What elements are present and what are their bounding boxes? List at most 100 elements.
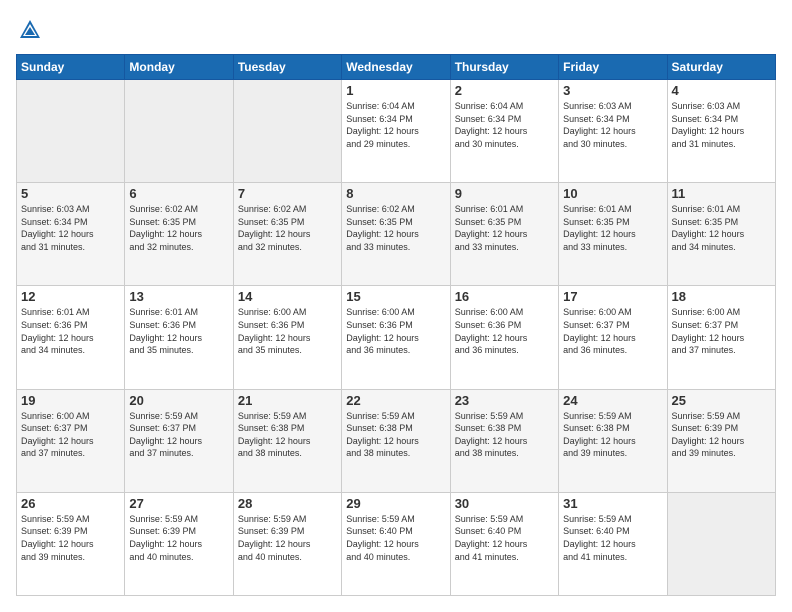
calendar-cell: 5Sunrise: 6:03 AM Sunset: 6:34 PM Daylig… (17, 183, 125, 286)
calendar-body: 1 Sunrise: 6:04 AM Sunset: 6:34 PM Daylig… (17, 80, 776, 596)
calendar-cell: 21 Sunrise: 5:59 AM Sunset: 6:38 PM Dayli… (233, 389, 341, 492)
calendar-cell: 11 Sunrise: 6:01 AM Sunset: 6:35 PM Dayli… (667, 183, 775, 286)
calendar-cell: 2 Sunrise: 6:04 AM Sunset: 6:34 PM Daylig… (450, 80, 558, 183)
day-info: Sunrise: 5:59 AM Sunset: 6:40 PM Dayligh… (563, 513, 662, 563)
day-number: 15 (346, 289, 445, 304)
day-info: Sunrise: 6:02 AM Sunset: 6:35 PM Dayligh… (238, 203, 337, 253)
day-info: Sunrise: 6:01 AM Sunset: 6:35 PM Dayligh… (563, 203, 662, 253)
day-info: Sunrise: 6:03 AM Sunset: 6:34 PM Dayligh… (21, 203, 120, 253)
day-number: 14 (238, 289, 337, 304)
day-info: Sunrise: 5:59 AM Sunset: 6:40 PM Dayligh… (346, 513, 445, 563)
calendar-cell: 3 Sunrise: 6:03 AM Sunset: 6:34 PM Daylig… (559, 80, 667, 183)
day-number: 27 (129, 496, 228, 511)
day-info: Sunrise: 6:03 AM Sunset: 6:34 PM Dayligh… (563, 100, 662, 150)
day-info: Sunrise: 6:00 AM Sunset: 6:37 PM Dayligh… (563, 306, 662, 356)
day-number: 3 (563, 83, 662, 98)
calendar-cell: 15 Sunrise: 6:00 AM Sunset: 6:36 PM Dayli… (342, 286, 450, 389)
calendar-cell (17, 80, 125, 183)
calendar-cell: 30Sunrise: 5:59 AM Sunset: 6:40 PM Dayli… (450, 492, 558, 595)
week-row-1: 1 Sunrise: 6:04 AM Sunset: 6:34 PM Daylig… (17, 80, 776, 183)
day-info: Sunrise: 6:01 AM Sunset: 6:36 PM Dayligh… (21, 306, 120, 356)
week-row-5: 26 Sunrise: 5:59 AM Sunset: 6:39 PM Dayli… (17, 492, 776, 595)
day-number: 16 (455, 289, 554, 304)
day-number: 30 (455, 496, 554, 511)
calendar-cell: 23 Sunrise: 5:59 AM Sunset: 6:38 PM Dayli… (450, 389, 558, 492)
day-info: Sunrise: 5:59 AM Sunset: 6:38 PM Dayligh… (563, 410, 662, 460)
day-number: 9 (455, 186, 554, 201)
day-number: 21 (238, 393, 337, 408)
day-header-friday: Friday (559, 55, 667, 80)
week-row-3: 12Sunrise: 6:01 AM Sunset: 6:36 PM Dayli… (17, 286, 776, 389)
day-info: Sunrise: 6:01 AM Sunset: 6:35 PM Dayligh… (672, 203, 771, 253)
calendar-cell: 24 Sunrise: 5:59 AM Sunset: 6:38 PM Dayli… (559, 389, 667, 492)
calendar-cell: 18Sunrise: 6:00 AM Sunset: 6:37 PM Dayli… (667, 286, 775, 389)
day-number: 17 (563, 289, 662, 304)
day-info: Sunrise: 6:02 AM Sunset: 6:35 PM Dayligh… (129, 203, 228, 253)
day-number: 23 (455, 393, 554, 408)
day-info: Sunrise: 6:00 AM Sunset: 6:37 PM Dayligh… (21, 410, 120, 460)
day-info: Sunrise: 5:59 AM Sunset: 6:38 PM Dayligh… (346, 410, 445, 460)
day-number: 28 (238, 496, 337, 511)
calendar-cell: 7 Sunrise: 6:02 AM Sunset: 6:35 PM Daylig… (233, 183, 341, 286)
calendar-cell: 28 Sunrise: 5:59 AM Sunset: 6:39 PM Dayli… (233, 492, 341, 595)
day-info: Sunrise: 6:04 AM Sunset: 6:34 PM Dayligh… (346, 100, 445, 150)
day-info: Sunrise: 6:00 AM Sunset: 6:36 PM Dayligh… (346, 306, 445, 356)
day-number: 2 (455, 83, 554, 98)
day-of-week-row: SundayMondayTuesdayWednesdayThursdayFrid… (17, 55, 776, 80)
day-header-saturday: Saturday (667, 55, 775, 80)
logo-icon (16, 16, 44, 44)
day-header-sunday: Sunday (17, 55, 125, 80)
day-info: Sunrise: 5:59 AM Sunset: 6:37 PM Dayligh… (129, 410, 228, 460)
week-row-4: 19Sunrise: 6:00 AM Sunset: 6:37 PM Dayli… (17, 389, 776, 492)
header (16, 16, 776, 44)
day-number: 29 (346, 496, 445, 511)
day-number: 8 (346, 186, 445, 201)
calendar-cell: 1 Sunrise: 6:04 AM Sunset: 6:34 PM Daylig… (342, 80, 450, 183)
calendar-cell (125, 80, 233, 183)
calendar-cell: 26 Sunrise: 5:59 AM Sunset: 6:39 PM Dayli… (17, 492, 125, 595)
page: SundayMondayTuesdayWednesdayThursdayFrid… (0, 0, 792, 612)
day-info: Sunrise: 5:59 AM Sunset: 6:39 PM Dayligh… (129, 513, 228, 563)
day-number: 6 (129, 186, 228, 201)
calendar-cell (233, 80, 341, 183)
calendar-cell (667, 492, 775, 595)
day-number: 25 (672, 393, 771, 408)
calendar: SundayMondayTuesdayWednesdayThursdayFrid… (16, 54, 776, 596)
day-number: 4 (672, 83, 771, 98)
calendar-cell: 19Sunrise: 6:00 AM Sunset: 6:37 PM Dayli… (17, 389, 125, 492)
day-info: Sunrise: 6:04 AM Sunset: 6:34 PM Dayligh… (455, 100, 554, 150)
day-info: Sunrise: 6:00 AM Sunset: 6:36 PM Dayligh… (455, 306, 554, 356)
day-info: Sunrise: 5:59 AM Sunset: 6:39 PM Dayligh… (238, 513, 337, 563)
calendar-cell: 29 Sunrise: 5:59 AM Sunset: 6:40 PM Dayli… (342, 492, 450, 595)
day-number: 10 (563, 186, 662, 201)
calendar-cell: 22Sunrise: 5:59 AM Sunset: 6:38 PM Dayli… (342, 389, 450, 492)
day-number: 1 (346, 83, 445, 98)
day-info: Sunrise: 5:59 AM Sunset: 6:39 PM Dayligh… (672, 410, 771, 460)
calendar-cell: 10 Sunrise: 6:01 AM Sunset: 6:35 PM Dayli… (559, 183, 667, 286)
day-info: Sunrise: 6:01 AM Sunset: 6:35 PM Dayligh… (455, 203, 554, 253)
day-number: 20 (129, 393, 228, 408)
day-number: 26 (21, 496, 120, 511)
calendar-cell: 8Sunrise: 6:02 AM Sunset: 6:35 PM Daylig… (342, 183, 450, 286)
day-number: 24 (563, 393, 662, 408)
day-number: 13 (129, 289, 228, 304)
day-info: Sunrise: 5:59 AM Sunset: 6:39 PM Dayligh… (21, 513, 120, 563)
calendar-cell: 25 Sunrise: 5:59 AM Sunset: 6:39 PM Dayli… (667, 389, 775, 492)
day-number: 18 (672, 289, 771, 304)
calendar-cell: 17 Sunrise: 6:00 AM Sunset: 6:37 PM Dayli… (559, 286, 667, 389)
day-info: Sunrise: 6:00 AM Sunset: 6:36 PM Dayligh… (238, 306, 337, 356)
calendar-cell: 13Sunrise: 6:01 AM Sunset: 6:36 PM Dayli… (125, 286, 233, 389)
day-info: Sunrise: 5:59 AM Sunset: 6:38 PM Dayligh… (455, 410, 554, 460)
day-info: Sunrise: 5:59 AM Sunset: 6:38 PM Dayligh… (238, 410, 337, 460)
calendar-cell: 16 Sunrise: 6:00 AM Sunset: 6:36 PM Dayli… (450, 286, 558, 389)
day-info: Sunrise: 6:03 AM Sunset: 6:34 PM Dayligh… (672, 100, 771, 150)
day-number: 7 (238, 186, 337, 201)
calendar-cell: 6 Sunrise: 6:02 AM Sunset: 6:35 PM Daylig… (125, 183, 233, 286)
calendar-cell: 4 Sunrise: 6:03 AM Sunset: 6:34 PM Daylig… (667, 80, 775, 183)
calendar-cell: 27 Sunrise: 5:59 AM Sunset: 6:39 PM Dayli… (125, 492, 233, 595)
day-header-tuesday: Tuesday (233, 55, 341, 80)
day-number: 11 (672, 186, 771, 201)
calendar-cell: 20 Sunrise: 5:59 AM Sunset: 6:37 PM Dayli… (125, 389, 233, 492)
calendar-cell: 31Sunrise: 5:59 AM Sunset: 6:40 PM Dayli… (559, 492, 667, 595)
calendar-cell: 12Sunrise: 6:01 AM Sunset: 6:36 PM Dayli… (17, 286, 125, 389)
